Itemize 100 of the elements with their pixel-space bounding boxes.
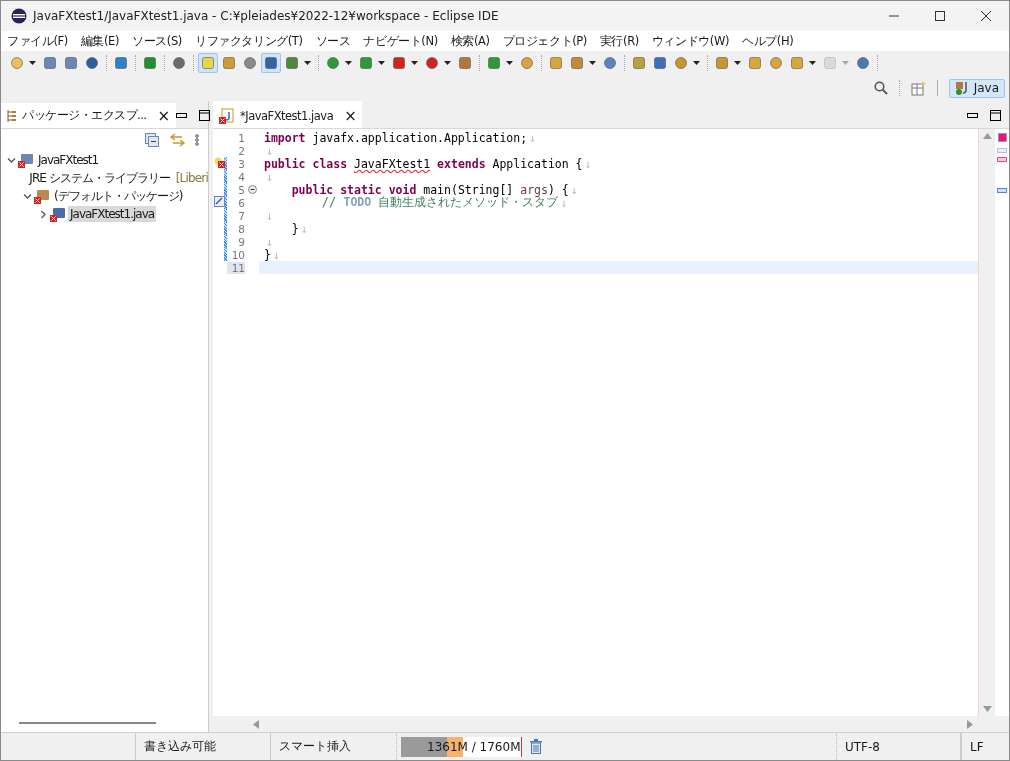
dropdown-caret-icon[interactable] xyxy=(345,61,352,65)
tree-item[interactable]: JavaFXtest1.java xyxy=(68,206,157,222)
close-tab-button[interactable]: × xyxy=(344,106,357,125)
menu-item[interactable]: ナビゲート(N) xyxy=(363,33,438,49)
dropdown-caret-icon[interactable] xyxy=(29,61,36,65)
minimize-view-icon[interactable] xyxy=(967,113,978,118)
encoding[interactable]: UTF-8 xyxy=(836,733,961,760)
tab-label: パッケージ・エクスプ... xyxy=(22,108,147,123)
line-number: 8 xyxy=(237,222,245,235)
menu-item[interactable]: プロジェクト(P) xyxy=(502,33,587,49)
dropdown-caret-icon[interactable] xyxy=(304,61,311,65)
link-editor-icon[interactable] xyxy=(170,133,185,147)
heap-total: / 1760M xyxy=(471,739,521,754)
line-number: 3 xyxy=(237,157,245,170)
line-number: 9 xyxy=(237,235,245,248)
line-number: 6 xyxy=(237,196,245,209)
line-end-mark: ↓ xyxy=(266,208,273,223)
code-line: } xyxy=(290,221,299,236)
tab-label: *JavaFXtest1.java xyxy=(240,108,334,123)
collapsed-chevron-icon[interactable] xyxy=(39,209,48,219)
dropdown-caret-icon[interactable] xyxy=(734,61,741,65)
trash-icon[interactable] xyxy=(530,739,542,754)
tree-item[interactable]: JRE システム・ライブラリー xyxy=(27,168,172,188)
line-number: 11 xyxy=(227,261,245,274)
menu-item[interactable]: ソース(S) xyxy=(132,33,182,49)
scrollbar-thumb[interactable] xyxy=(19,722,156,724)
heap-used: 1361M xyxy=(427,739,468,754)
line-end-mark: ↓ xyxy=(529,130,537,145)
minimize-view-icon[interactable] xyxy=(175,113,187,118)
dropdown-caret-icon[interactable] xyxy=(693,61,700,65)
close-icon[interactable] xyxy=(981,11,991,21)
line-end-mark: ↓ xyxy=(266,169,273,184)
open-perspective-icon[interactable] xyxy=(910,80,926,96)
menu-item[interactable]: ソース xyxy=(315,33,351,49)
line-end-mark: ↓ xyxy=(300,221,308,236)
maximize-view-icon[interactable] xyxy=(990,110,1001,121)
maximize-icon[interactable] xyxy=(935,11,945,21)
package-icon xyxy=(34,188,50,204)
tree-item-decoration: [Liberi xyxy=(175,171,208,185)
dropdown-caret-icon[interactable] xyxy=(378,61,385,65)
fold-toggle-icon[interactable] xyxy=(247,185,257,194)
menu-item[interactable]: リファクタリング(T) xyxy=(194,33,303,49)
line-end-mark: ↓ xyxy=(570,182,578,197)
eclipse-logo-icon xyxy=(11,8,27,24)
close-tab-button[interactable]: × xyxy=(157,106,170,125)
heap-status-bar[interactable]: 1361M / 1760M xyxy=(401,736,522,757)
line-number: 1 xyxy=(237,131,245,144)
java-file-error-icon xyxy=(219,107,235,124)
insert-mode: スマート挿入 xyxy=(271,733,397,760)
error-summary-marker[interactable] xyxy=(997,133,1007,142)
menu-item[interactable]: ヘルプ(H) xyxy=(742,33,794,49)
search-icon[interactable] xyxy=(873,81,888,95)
window-title: JavaFXtest1/JavaFXtest1.java - C:¥pleiades¥2022-12¥workspace - Eclipse IDE xyxy=(33,9,499,23)
expanded-chevron-icon[interactable] xyxy=(23,191,32,201)
line-end-mark: ↓ xyxy=(560,195,568,210)
write-status: 書き込み可能 xyxy=(136,733,271,760)
dropdown-caret-icon[interactable] xyxy=(506,61,513,65)
dropdown-caret-icon[interactable] xyxy=(444,61,451,65)
line-end-mark: ↓ xyxy=(266,234,273,249)
dropdown-caret-icon[interactable] xyxy=(809,61,816,65)
error-overview-marker[interactable] xyxy=(997,157,1007,162)
expanded-chevron-icon[interactable] xyxy=(7,155,16,165)
maximize-view-icon[interactable] xyxy=(198,110,210,121)
java-perspective-button[interactable]: Java xyxy=(948,78,1005,98)
menu-item[interactable]: 検索(A) xyxy=(450,33,490,49)
line-number: 10 xyxy=(230,248,245,261)
overview-marker[interactable] xyxy=(997,148,1007,153)
package-explorer-tab[interactable]: パッケージ・エクスプ... × xyxy=(1,103,176,128)
dropdown-caret-icon[interactable] xyxy=(589,61,596,65)
menu-item[interactable]: ウィンドウ(W) xyxy=(651,33,729,49)
scroll-down-icon[interactable] xyxy=(982,706,992,712)
package-explorer-icon xyxy=(7,109,17,122)
menu-item[interactable]: 実行(R) xyxy=(599,33,639,49)
line-number: 7 xyxy=(237,209,245,222)
line-number: 2 xyxy=(237,144,245,157)
menu-item[interactable]: 編集(E) xyxy=(80,33,120,49)
line-end-mark: ↓ xyxy=(272,247,280,262)
editor-tab[interactable]: *JavaFXtest1.java × xyxy=(213,101,363,128)
scroll-right-icon[interactable] xyxy=(967,719,973,729)
line-delimiter[interactable]: LF xyxy=(961,733,1009,760)
view-menu-icon[interactable] xyxy=(195,134,199,146)
scroll-up-icon[interactable] xyxy=(982,133,992,139)
code-line: public static void main(String[] args) { xyxy=(290,182,569,197)
line-end-mark: ↓ xyxy=(584,156,592,171)
collapse-all-icon[interactable] xyxy=(145,133,160,147)
line-number: 4 xyxy=(237,170,245,183)
scroll-left-icon[interactable] xyxy=(253,719,259,729)
error-marker-icon[interactable] xyxy=(214,157,225,168)
code-line: } xyxy=(264,247,271,262)
task-overview-marker[interactable] xyxy=(997,188,1007,193)
tree-item[interactable]: JavaFXtest1 xyxy=(36,152,101,168)
line-end-mark: ↓ xyxy=(266,143,273,158)
dropdown-caret-icon[interactable] xyxy=(411,61,418,65)
tree-item[interactable]: (デフォルト・パッケージ) xyxy=(52,186,185,206)
line-number: 5 xyxy=(237,183,245,196)
file-icon xyxy=(50,206,66,222)
code-line: public class JavaFXtest1 extends Application { xyxy=(264,156,583,171)
task-marker-icon[interactable] xyxy=(214,196,225,207)
menu-item[interactable]: ファイル(F) xyxy=(7,33,68,49)
project-icon xyxy=(18,152,34,168)
